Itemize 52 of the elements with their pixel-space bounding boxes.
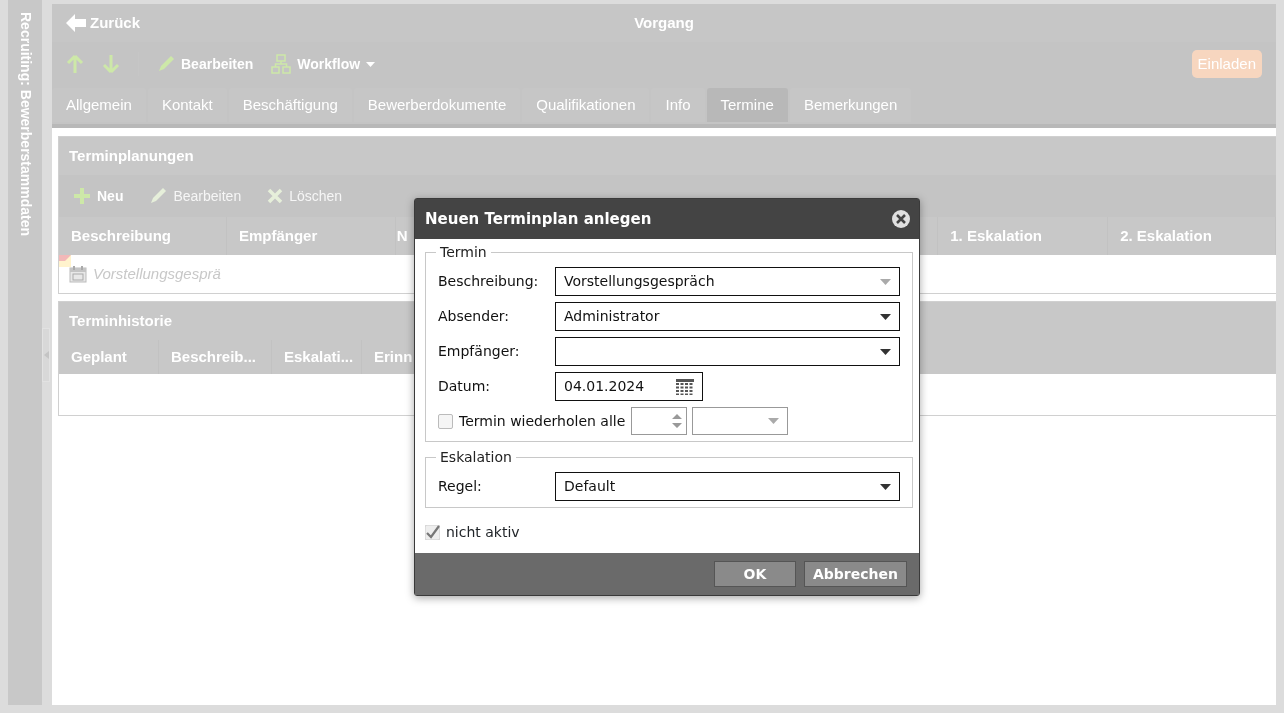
dropdown-caret-icon	[768, 418, 780, 424]
edit-button[interactable]: Bearbeiten	[157, 53, 254, 75]
dropdown-field[interactable]	[555, 337, 900, 366]
field-value: Vorstellungsgespräch	[564, 272, 715, 291]
workflow-icon	[271, 54, 292, 74]
workflow-button[interactable]: Workflow	[271, 53, 376, 75]
field-label: Datum:	[438, 377, 492, 396]
back-arrow-icon	[66, 14, 86, 32]
close-button[interactable]	[891, 209, 911, 229]
dropdown-field[interactable]: Administrator	[555, 302, 900, 331]
field-value: Administrator	[564, 307, 660, 326]
field-label: Empfänger:	[438, 342, 521, 361]
caret-icon	[366, 61, 376, 67]
plus-icon	[73, 187, 91, 205]
field-label: Regel:	[438, 477, 483, 496]
section-legend: Eskalation	[436, 450, 516, 464]
up-arrow-icon	[66, 54, 84, 74]
page-title: Vorgang	[634, 13, 694, 31]
checkbox[interactable]	[425, 525, 440, 540]
dropdown-caret-icon	[880, 348, 891, 355]
invite-button[interactable]: Einladen	[1191, 49, 1262, 79]
tab[interactable]: Termine	[706, 88, 788, 122]
calendar-icon	[676, 378, 694, 395]
dropdown-field[interactable]: Default	[555, 472, 900, 501]
collapse-handle[interactable]	[42, 327, 50, 382]
ok-button[interactable]: OK	[714, 561, 796, 587]
number-spinner[interactable]	[631, 407, 688, 435]
cancel-button[interactable]: Abbrechen	[804, 561, 907, 587]
back-button[interactable]: Zurück	[66, 11, 140, 35]
calendar-icon	[69, 265, 87, 283]
field-label: Termin wiederholen alle	[459, 411, 626, 431]
pencil-icon	[149, 187, 168, 205]
field-label: Absender:	[438, 307, 510, 326]
date-field[interactable]: 04.01.2024	[555, 372, 703, 401]
pencil-icon	[157, 55, 175, 73]
unit-dropdown[interactable]	[692, 407, 789, 435]
spinner-arrows-icon	[672, 413, 683, 429]
delete-icon	[267, 188, 284, 204]
add-button[interactable]: Neu	[73, 185, 124, 207]
dropdown-caret-icon	[880, 483, 891, 490]
dropdown-caret-icon	[880, 313, 891, 320]
dropdown-caret-icon	[880, 278, 891, 285]
close-icon	[891, 209, 911, 229]
check-icon	[425, 525, 440, 540]
combo-field[interactable]: Vorstellungsgespräch	[555, 267, 900, 296]
field-value: Default	[564, 477, 616, 496]
down-arrow-icon	[102, 54, 120, 74]
field-label: Beschreibung:	[438, 272, 540, 291]
row-flag-icon	[59, 255, 71, 267]
checkbox[interactable]	[438, 413, 453, 429]
field-value: 04.01.2024	[564, 377, 645, 396]
checkbox-label: nicht aktiv	[446, 523, 520, 542]
